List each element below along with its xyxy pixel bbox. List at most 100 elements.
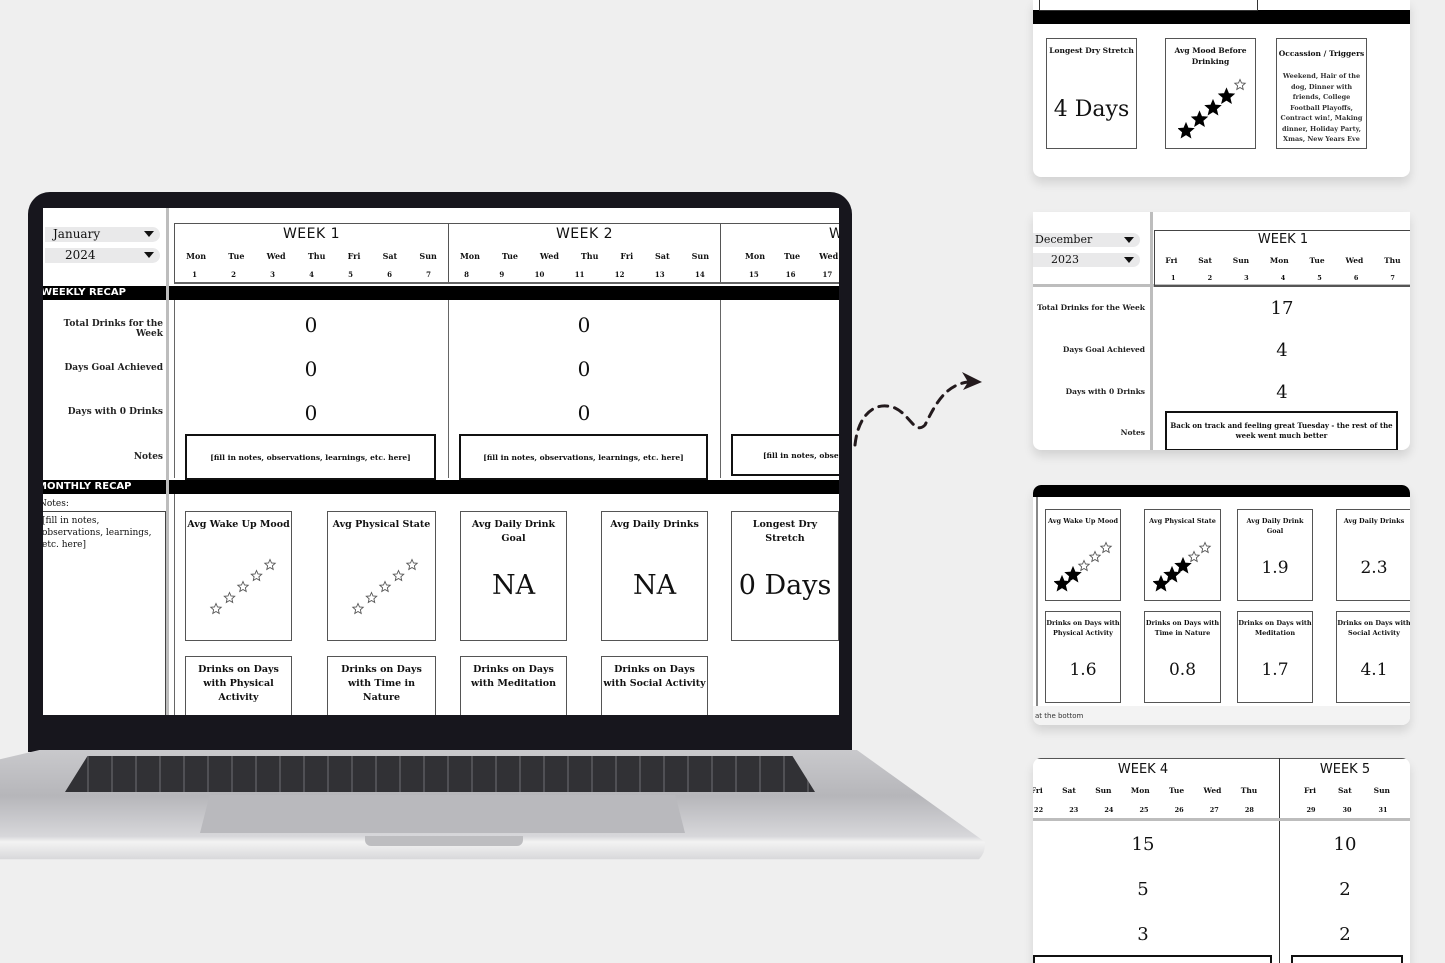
week4-days-goal: 5 bbox=[1137, 879, 1149, 900]
card-title: Avg Daily Drinks bbox=[1343, 517, 1405, 525]
weekday-label: Tue bbox=[1309, 256, 1325, 265]
card-drinks-meditation: Drinks on Days with Meditation bbox=[460, 656, 567, 715]
card-drinks-meditation: Drinks on Days with Meditation 1.7 bbox=[1237, 611, 1313, 703]
card-avg-physical-state: Avg Physical State bbox=[327, 511, 436, 641]
star-filled-icon bbox=[1190, 110, 1209, 127]
weekday-label: Sat bbox=[1337, 786, 1352, 795]
date-number: 25 bbox=[1139, 806, 1149, 814]
star-empty-icon bbox=[1099, 541, 1113, 554]
weekly-recap-label: WEEKLY RECAP bbox=[43, 287, 126, 298]
footer-strip: at the bottom bbox=[1033, 706, 1410, 725]
preview-panel-monthly-cards: Avg Wake Up Mood Avg Physical State Avg Da… bbox=[1033, 485, 1410, 725]
date-number-row: 22 23 24 25 26 27 28 bbox=[1033, 806, 1267, 814]
card-title: Avg Physical State bbox=[1149, 517, 1216, 525]
footer-text: at the bottom bbox=[1035, 712, 1084, 720]
week4-notes-field[interactable] bbox=[1033, 955, 1272, 963]
weekday-label: Fri bbox=[1165, 256, 1178, 265]
weekday-label: Wed bbox=[539, 251, 559, 261]
lid-notch bbox=[365, 836, 523, 846]
date-number-row: 29 30 31 bbox=[1293, 806, 1401, 814]
star-empty-icon bbox=[236, 580, 250, 593]
card-title: Drinks on Days with Physical Activity bbox=[198, 664, 279, 703]
week2-days-zero: 0 bbox=[577, 401, 591, 425]
card-drinks-time-in-nature: Drinks on Days with Time in Nature bbox=[327, 656, 436, 715]
date-number-row: 15 16 17 bbox=[721, 270, 839, 279]
chevron-down-icon bbox=[1124, 257, 1134, 263]
month-dropdown[interactable]: January bbox=[45, 227, 160, 242]
row-label-notes: Notes bbox=[1120, 428, 1145, 437]
card-longest-dry-stretch: Longest Dry Stretch 0 Days bbox=[731, 511, 839, 641]
card-drinks-social-activity: Drinks on Days with Social Activity 4.1 bbox=[1336, 611, 1410, 703]
date-number: 3 bbox=[1244, 274, 1249, 282]
week-title: WEEK 5 bbox=[1319, 762, 1371, 777]
date-number: 22 bbox=[1034, 806, 1044, 814]
weekday-label: Wed bbox=[1203, 786, 1222, 795]
recap-bar bbox=[1033, 485, 1410, 497]
week2-total-drinks: 0 bbox=[577, 313, 591, 337]
date-number: 17 bbox=[822, 270, 833, 279]
star-filled-icon bbox=[1163, 565, 1181, 583]
star-empty-icon bbox=[392, 569, 405, 582]
week5-days-zero: 2 bbox=[1339, 924, 1351, 945]
weekday-label: Sun bbox=[1232, 256, 1250, 265]
weekday-label: Tue bbox=[1169, 786, 1185, 795]
card-drinks-physical-activity: Drinks on Days with Physical Activity bbox=[185, 656, 292, 715]
date-number-row: 8 9 10 11 12 13 14 bbox=[449, 270, 720, 279]
notes-field[interactable]: Back on track and feeling great Tuesday … bbox=[1165, 411, 1398, 450]
star-empty-icon bbox=[405, 558, 419, 571]
week3-notes-field[interactable]: [fill in notes, observ bbox=[731, 434, 839, 476]
date-number: 7 bbox=[426, 270, 431, 279]
star-rating bbox=[351, 558, 419, 615]
card-avg-daily-drinks: Avg Daily Drinks NA bbox=[601, 511, 708, 641]
row-label-days-zero: Days with 0 Drinks bbox=[1065, 387, 1145, 396]
card-value: 0 Days bbox=[738, 570, 832, 601]
week4-days-zero: 3 bbox=[1137, 924, 1149, 945]
date-number: 3 bbox=[270, 270, 275, 279]
week5-total-drinks: 10 bbox=[1333, 834, 1357, 855]
week2-notes-field[interactable]: [fill in notes, observations, learnings,… bbox=[459, 434, 708, 480]
star-empty-icon bbox=[1187, 550, 1201, 563]
trackpad bbox=[200, 795, 685, 833]
card-avg-wake-up-mood: Avg Wake Up Mood bbox=[1045, 509, 1121, 601]
card-title: Avg Physical State bbox=[332, 519, 431, 530]
card-longest-dry-stretch: Longest Dry Stretch 4 Days bbox=[1046, 38, 1137, 149]
weekday-label: Sun bbox=[1373, 786, 1390, 795]
card-value: 4 Days bbox=[1053, 97, 1130, 122]
date-number: 6 bbox=[387, 270, 392, 279]
date-number: 11 bbox=[574, 270, 585, 279]
card-drinks-physical-activity: Drinks on Days with Physical Activity 1.6 bbox=[1045, 611, 1121, 703]
chevron-down-icon bbox=[144, 252, 154, 258]
year-dropdown[interactable]: 2023 bbox=[1033, 253, 1140, 267]
week4-total-drinks: 15 bbox=[1131, 834, 1155, 855]
year-dropdown[interactable]: 2024 bbox=[45, 248, 160, 263]
spreadsheet-screen: January 2024 WEEK 1 Mon Tue Wed Thu Fri Sat Su… bbox=[43, 208, 839, 715]
star-empty-icon bbox=[1088, 550, 1102, 563]
card-avg-daily-drink-goal: Avg Daily Drink Goal NA bbox=[460, 511, 567, 641]
monthly-recap-label: MONTHLY RECAP bbox=[43, 481, 132, 492]
date-number: 16 bbox=[785, 270, 796, 279]
star-empty-icon bbox=[1077, 559, 1091, 572]
date-number-row: 1 2 3 4 5 6 7 bbox=[1155, 274, 1410, 282]
card-avg-physical-state: Avg Physical State bbox=[1144, 509, 1221, 601]
weekday-label: Mon bbox=[1130, 786, 1150, 795]
week5-notes-field[interactable] bbox=[1291, 955, 1403, 963]
weekday-label: Mon bbox=[186, 251, 207, 261]
star-rating bbox=[1054, 541, 1113, 592]
week-title: WEEK 2 bbox=[555, 226, 614, 242]
days-goal-value: 4 bbox=[1276, 340, 1288, 361]
weekly-recap-bar: WEEKLY RECAP bbox=[43, 286, 839, 300]
row-divider bbox=[1033, 818, 1410, 821]
card-value: 4.1 bbox=[1360, 660, 1388, 680]
star-empty-icon bbox=[1198, 541, 1212, 554]
card-title: Avg Daily Drinks bbox=[610, 519, 699, 530]
chevron-down-icon bbox=[144, 231, 154, 237]
card-title: Longest Dry Stretch bbox=[1049, 46, 1134, 55]
card-value: NA bbox=[632, 570, 677, 601]
star-rating bbox=[1153, 541, 1212, 592]
curved-dashed-arrow-icon bbox=[853, 372, 982, 447]
star-filled-icon bbox=[1064, 565, 1082, 583]
card-title: Drinks on Days with Meditation bbox=[1238, 619, 1312, 637]
month-dropdown[interactable]: December bbox=[1033, 233, 1140, 247]
monthly-notes-field[interactable]: [fill in notes, observations, learnings,… bbox=[43, 511, 166, 715]
week1-notes-field[interactable]: [fill in notes, observations, learnings,… bbox=[185, 434, 436, 480]
